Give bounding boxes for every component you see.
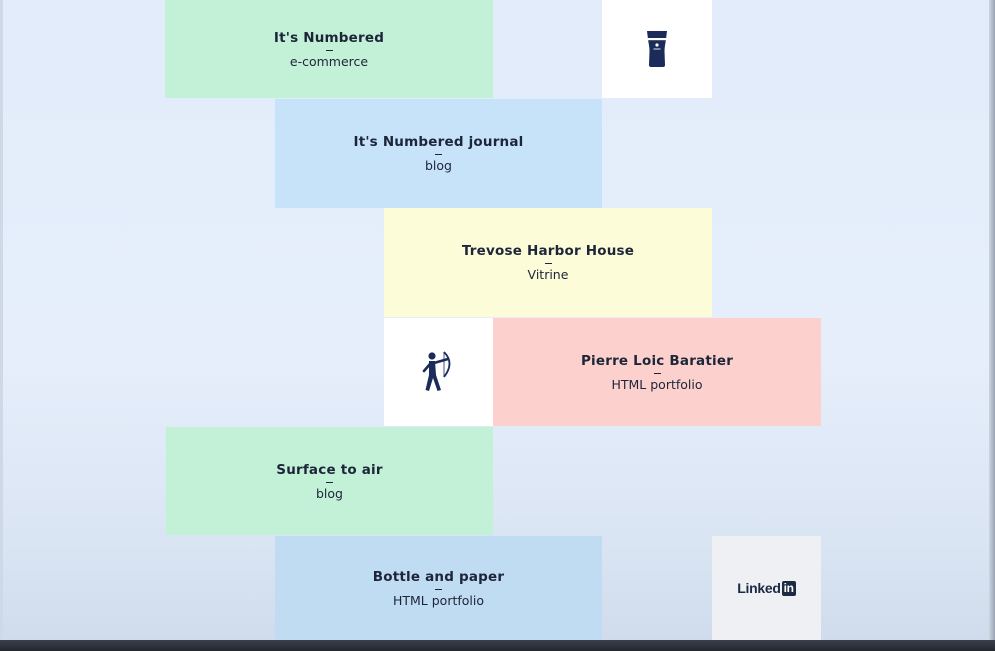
title-separator [435,588,442,590]
project-tile-surface-to-air[interactable]: Surface to air blog [166,427,493,535]
project-type: e-commerce [289,53,369,69]
project-type: HTML portfolio [392,592,485,608]
linkedin-logo: Linked in [737,580,796,596]
linkedin-wordmark: Linked [737,580,781,596]
window-bottom-bar [0,640,995,651]
project-tile-bottle-and-paper[interactable]: Bottle and paper HTML portfolio [275,536,602,640]
project-type: blog [425,158,452,173]
project-type: HTML portfolio [611,376,703,392]
project-type: blog [316,485,343,501]
project-title: Bottle and paper [372,568,505,585]
linkedin-in-badge: in [781,580,796,596]
linkedin-tile[interactable]: Linked in [712,536,821,640]
beer-glass-icon [647,31,667,67]
window-left-edge [0,0,3,651]
title-separator [325,49,333,51]
project-title: Surface to air [276,461,383,478]
project-tile-trevose-harbor-house[interactable]: Trevose Harbor House Vitrine [384,208,712,317]
window-right-edge [989,0,995,651]
project-tile-its-numbered[interactable]: It's Numbered e-commerce [165,0,493,98]
title-separator [653,372,661,374]
title-separator [544,263,552,264]
project-title: It's Numbered journal [353,134,524,150]
archer-tile [384,318,493,426]
project-tile-pierre-loic-baratier[interactable]: Pierre Loic Baratier HTML portfolio [493,318,821,426]
project-title: It's Numbered [273,29,385,46]
project-title: Pierre Loic Baratier [580,352,734,369]
title-separator [326,481,333,483]
project-title: Trevose Harbor House [461,243,635,259]
project-type: Vitrine [527,267,569,282]
archer-icon [422,351,450,391]
beer-tile [602,0,712,98]
title-separator [435,154,442,155]
project-tile-its-numbered-journal[interactable]: It's Numbered journal blog [275,99,602,208]
